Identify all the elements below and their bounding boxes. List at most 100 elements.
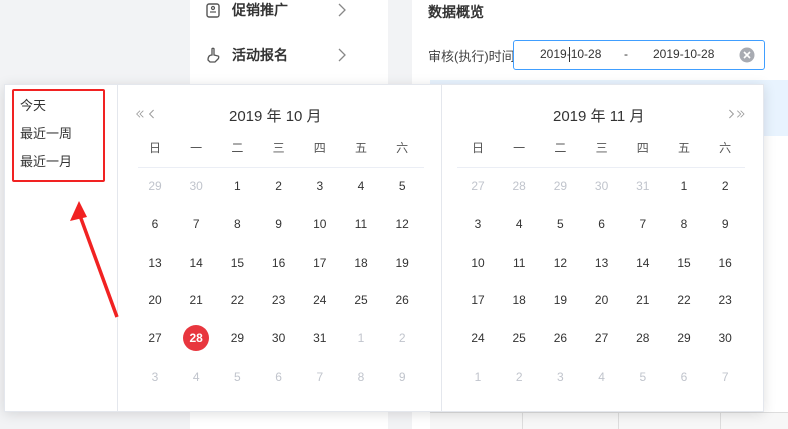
day-cell-other-month[interactable]: 9 (387, 370, 417, 384)
day-cell[interactable]: 23 (710, 293, 740, 307)
menu-item-activity-signup[interactable]: 活动报名 (190, 35, 388, 75)
weekday-label: 四 (636, 141, 649, 155)
day-cell[interactable]: 15 (669, 256, 699, 270)
day-cell[interactable]: 4 (346, 179, 376, 193)
day-cell[interactable]: 1 (222, 179, 252, 193)
day-cell[interactable]: 27 (587, 331, 617, 345)
day-cell[interactable]: 2 (710, 179, 740, 193)
day-cell[interactable]: 11 (504, 256, 534, 270)
day-cell[interactable]: 8 (222, 217, 252, 231)
day-cell[interactable]: 20 (140, 293, 170, 307)
day-cell-other-month[interactable]: 5 (628, 370, 658, 384)
day-cell[interactable]: 25 (346, 293, 376, 307)
day-cell[interactable]: 21 (181, 293, 211, 307)
day-cell[interactable]: 18 (346, 256, 376, 270)
day-cell[interactable]: 15 (222, 256, 252, 270)
day-cell[interactable]: 16 (710, 256, 740, 270)
day-cell[interactable]: 17 (463, 293, 493, 307)
day-cell-other-month[interactable]: 1 (346, 331, 376, 345)
menu-item-promotion[interactable]: 促销推广 (190, 0, 388, 30)
day-cell-other-month[interactable]: 29 (140, 179, 170, 193)
day-cell-other-month[interactable]: 29 (545, 179, 575, 193)
weekday-label: 三 (595, 141, 608, 155)
day-cell[interactable]: 27 (140, 331, 170, 345)
day-cell-other-month[interactable]: 5 (222, 370, 252, 384)
day-cell[interactable]: 10 (305, 217, 335, 231)
clear-icon[interactable] (739, 47, 755, 63)
day-cell-other-month[interactable]: 4 (587, 370, 617, 384)
day-cell[interactable]: 26 (387, 293, 417, 307)
day-cell[interactable]: 20 (587, 293, 617, 307)
day-cell-other-month[interactable]: 7 (305, 370, 335, 384)
start-date-input[interactable]: 2019-10-28 (540, 47, 601, 61)
weekday-label: 四 (313, 141, 326, 155)
end-date-input[interactable]: 2019-10-28 (653, 47, 714, 61)
day-cell[interactable]: 8 (669, 217, 699, 231)
day-cell[interactable]: 5 (545, 217, 575, 231)
day-cell[interactable]: 13 (587, 256, 617, 270)
weekday-label: 日 (148, 141, 161, 155)
day-cell-other-month[interactable]: 30 (587, 179, 617, 193)
day-cell[interactable]: 24 (305, 293, 335, 307)
day-cell[interactable]: 13 (140, 256, 170, 270)
weekday-label: 五 (677, 141, 690, 155)
day-cell[interactable]: 22 (669, 293, 699, 307)
day-cell[interactable]: 14 (628, 256, 658, 270)
day-cell-other-month[interactable]: 8 (346, 370, 376, 384)
day-cell[interactable]: 22 (222, 293, 252, 307)
next-year-icon[interactable] (736, 107, 748, 121)
day-cell[interactable]: 24 (463, 331, 493, 345)
day-cell[interactable]: 31 (305, 331, 335, 345)
day-cell[interactable]: 12 (387, 217, 417, 231)
day-cell[interactable]: 10 (463, 256, 493, 270)
day-cell-other-month[interactable]: 30 (181, 179, 211, 193)
prev-year-icon[interactable] (136, 107, 148, 121)
day-cell-other-month[interactable]: 31 (628, 179, 658, 193)
day-cell[interactable]: 11 (346, 217, 376, 231)
day-cell-other-month[interactable]: 3 (140, 370, 170, 384)
day-cell[interactable]: 30 (710, 331, 740, 345)
day-cell-other-month[interactable]: 27 (463, 179, 493, 193)
selected-day[interactable]: 28 (183, 325, 210, 351)
day-cell[interactable]: 3 (463, 217, 493, 231)
day-cell[interactable]: 29 (669, 331, 699, 345)
date-range-input[interactable]: 2019-10-28 - 2019-10-28 (513, 40, 765, 70)
day-cell-other-month[interactable]: 6 (669, 370, 699, 384)
day-cell[interactable]: 1 (669, 179, 699, 193)
day-cell-other-month[interactable]: 28 (504, 179, 534, 193)
day-cell[interactable]: 4 (504, 217, 534, 231)
prev-month-icon[interactable] (148, 107, 156, 121)
day-cell[interactable]: 2 (264, 179, 294, 193)
day-cell[interactable]: 12 (545, 256, 575, 270)
day-cell[interactable]: 5 (387, 179, 417, 193)
day-cell-other-month[interactable]: 3 (545, 370, 575, 384)
day-cell[interactable]: 19 (387, 256, 417, 270)
day-cell-other-month[interactable]: 7 (710, 370, 740, 384)
day-cell-other-month[interactable]: 2 (387, 331, 417, 345)
day-cell[interactable]: 7 (628, 217, 658, 231)
day-cell[interactable]: 14 (181, 256, 211, 270)
day-cell-other-month[interactable]: 2 (504, 370, 534, 384)
day-cell[interactable]: 21 (628, 293, 658, 307)
day-cell-other-month[interactable]: 6 (264, 370, 294, 384)
day-cell[interactable]: 9 (710, 217, 740, 231)
day-cell-other-month[interactable]: 1 (463, 370, 493, 384)
day-cell[interactable]: 30 (264, 331, 294, 345)
weekday-label: 六 (719, 141, 732, 155)
day-cell[interactable]: 18 (504, 293, 534, 307)
day-cell[interactable]: 7 (181, 217, 211, 231)
day-cell[interactable]: 9 (264, 217, 294, 231)
day-cell[interactable]: 6 (587, 217, 617, 231)
day-cell[interactable]: 29 (222, 331, 252, 345)
day-cell[interactable]: 19 (545, 293, 575, 307)
day-cell[interactable]: 28 (628, 331, 658, 345)
day-cell[interactable]: 6 (140, 217, 170, 231)
day-cell-other-month[interactable]: 4 (181, 370, 211, 384)
day-cell[interactable]: 25 (504, 331, 534, 345)
next-month-icon[interactable] (727, 107, 735, 121)
day-cell[interactable]: 3 (305, 179, 335, 193)
day-cell[interactable]: 23 (264, 293, 294, 307)
day-cell[interactable]: 17 (305, 256, 335, 270)
day-cell[interactable]: 26 (545, 331, 575, 345)
day-cell[interactable]: 16 (264, 256, 294, 270)
